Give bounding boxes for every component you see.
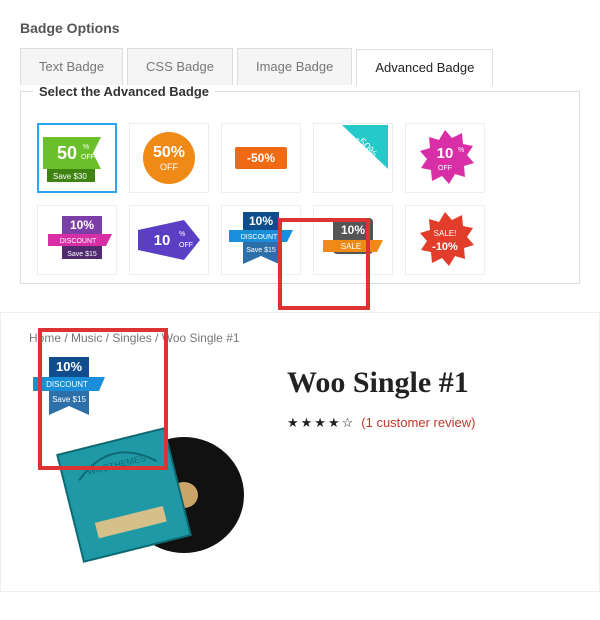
svg-text:Save $30: Save $30 <box>53 172 87 181</box>
badge-option-violet-arrow-10[interactable]: 10 % OFF <box>129 205 209 275</box>
svg-text:Save $15: Save $15 <box>67 251 97 258</box>
product-preview: Home / Music / Singles / Woo Single #1 1… <box>0 312 600 592</box>
fieldset-legend: Select the Advanced Badge <box>33 84 215 99</box>
svg-text:10%: 10% <box>249 214 273 228</box>
breadcrumb[interactable]: Home / Music / Singles / Woo Single #1 <box>29 331 571 345</box>
tab-advanced-badge[interactable]: Advanced Badge <box>356 49 493 86</box>
rating-row: ★★★★☆ (1 customer review) <box>287 415 475 431</box>
svg-text:%: % <box>179 231 185 238</box>
tabs: Text Badge CSS Badge Image Badge Advance… <box>20 48 580 85</box>
product-title: Woo Single #1 <box>287 365 475 401</box>
svg-text:SALE!: SALE! <box>434 229 457 238</box>
svg-text:DISCOUNT: DISCOUNT <box>60 238 97 245</box>
tab-css-badge[interactable]: CSS Badge <box>127 48 233 85</box>
svg-text:10: 10 <box>154 232 171 249</box>
svg-text:Save $15: Save $15 <box>52 395 86 404</box>
svg-text:10%: 10% <box>70 218 94 232</box>
badge-option-green-corner-50[interactable]: 50 % OFF Save $30 <box>37 123 117 193</box>
svg-text:DISCOUNT: DISCOUNT <box>241 234 278 241</box>
svg-text:50: 50 <box>57 143 77 163</box>
stars-icon: ★★★★☆ <box>287 415 355 430</box>
advanced-badge-fieldset: Select the Advanced Badge 50 % OFF Save … <box>20 84 580 284</box>
badge-options-panel: Badge Options Text Badge CSS Badge Image… <box>0 0 600 284</box>
badge-option-purple-stack-10[interactable]: 10% DISCOUNT Save $15 <box>37 205 117 275</box>
svg-text:SALE: SALE <box>341 242 361 251</box>
applied-badge: 10% DISCOUNT Save $15 <box>29 353 109 425</box>
badge-option-orange-pill-minus50[interactable]: -50% <box>221 123 301 193</box>
product-info: Woo Single #1 ★★★★☆ (1 customer review) <box>287 355 475 555</box>
svg-text:-10%: -10% <box>432 241 458 253</box>
svg-text:10%: 10% <box>341 223 365 237</box>
badge-grid: 50 % OFF Save $30 50% OFF - <box>37 123 563 275</box>
badge-option-red-burst-10[interactable]: SALE! -10% <box>405 205 485 275</box>
svg-text:-50%: -50% <box>247 151 275 165</box>
svg-text:50%: 50% <box>153 144 185 161</box>
badge-option-blue-ribbon-10[interactable]: 10% DISCOUNT Save $15 <box>221 205 301 275</box>
svg-text:Save $15: Save $15 <box>246 247 276 254</box>
badge-option-magenta-burst-10[interactable]: 10 % OFF <box>405 123 485 193</box>
tab-image-badge[interactable]: Image Badge <box>237 48 352 85</box>
svg-text:DISCOUNT: DISCOUNT <box>46 380 88 389</box>
svg-text:10: 10 <box>437 145 454 162</box>
svg-text:OFF: OFF <box>160 162 178 172</box>
tab-text-badge[interactable]: Text Badge <box>20 48 123 85</box>
svg-text:10%: 10% <box>56 359 82 374</box>
badge-option-grey-ribbon-10[interactable]: 10% SALE <box>313 205 393 275</box>
svg-text:%: % <box>458 147 464 154</box>
product-image-wrap: 10% DISCOUNT Save $15 WOOTHEMES <box>29 355 259 555</box>
panel-title: Badge Options <box>20 12 580 48</box>
badge-option-orange-circle-50[interactable]: 50% OFF <box>129 123 209 193</box>
svg-text:OFF: OFF <box>438 165 452 172</box>
svg-text:OFF: OFF <box>81 154 95 161</box>
svg-text:%: % <box>83 144 89 151</box>
reviews-link[interactable]: (1 customer review) <box>361 415 475 430</box>
svg-text:OFF: OFF <box>179 242 193 249</box>
badge-option-teal-ribbon-50[interactable]: -50% <box>313 123 393 193</box>
